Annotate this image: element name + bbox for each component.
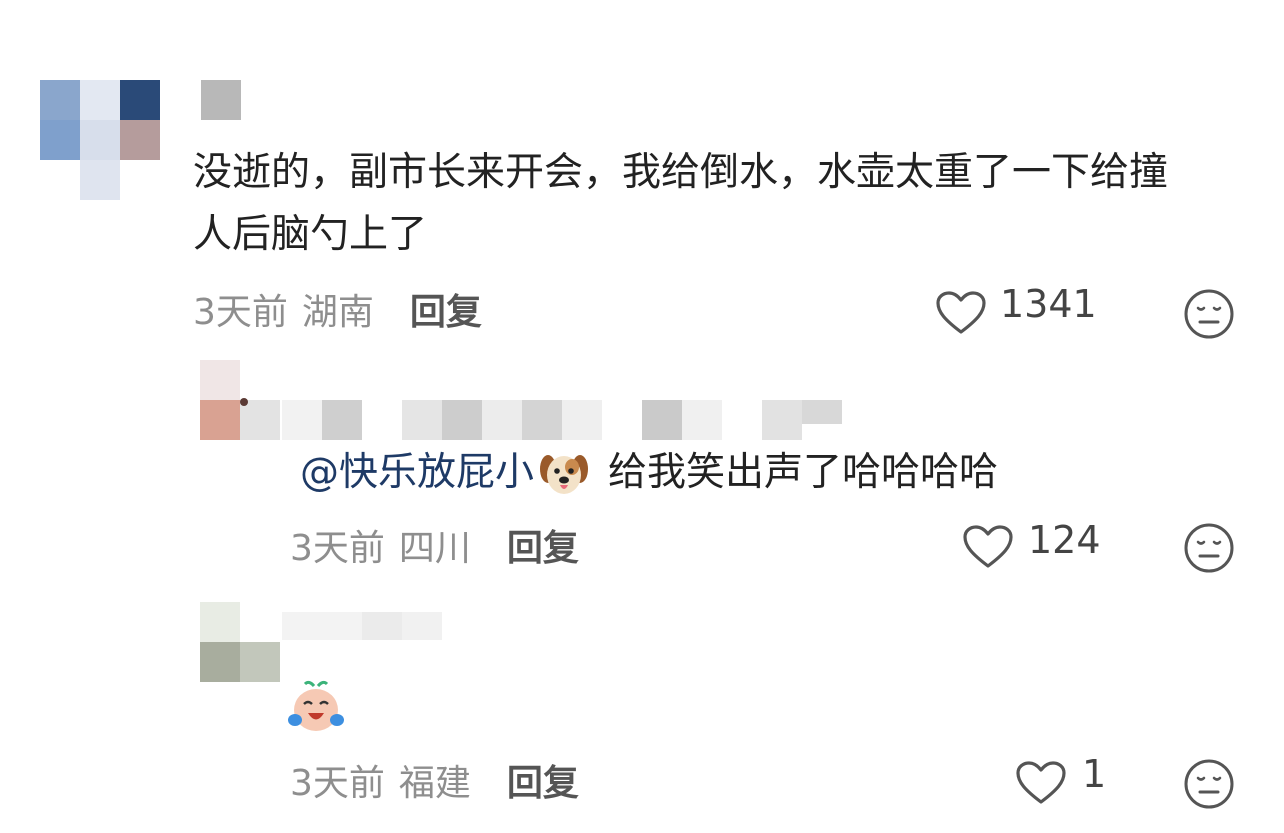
comment-location: 四川: [398, 528, 471, 569]
comment-time: 3天前: [290, 528, 385, 569]
comment-location: 福建: [398, 763, 471, 804]
comment-text: 给我笑出声了哈哈哈哈: [608, 450, 999, 495]
reply-button[interactable]: 回复: [507, 754, 579, 806]
comment-location: 湖南: [301, 292, 374, 333]
comment-time: 3天前: [290, 763, 385, 804]
like-count: 1: [1082, 752, 1107, 796]
avatar[interactable]: [40, 80, 162, 202]
avatar[interactable]: [200, 602, 282, 682]
avatar[interactable]: [200, 360, 282, 442]
like-count: 1341: [1000, 282, 1097, 326]
reply-button[interactable]: 回复: [410, 283, 482, 335]
neutral-face-icon[interactable]: [1183, 522, 1235, 574]
heart-outline-icon[interactable]: [935, 290, 987, 336]
heart-outline-icon[interactable]: [962, 524, 1014, 570]
dog-face-icon: [540, 455, 589, 494]
heart-outline-icon[interactable]: [1015, 760, 1067, 806]
reply-button[interactable]: 回复: [507, 519, 579, 571]
neutral-face-icon[interactable]: [1183, 758, 1235, 810]
username[interactable]: [201, 80, 241, 120]
neutral-face-icon[interactable]: [1183, 288, 1235, 340]
mention-link[interactable]: @快乐放屁小: [300, 442, 534, 504]
username[interactable]: [282, 612, 442, 640]
comment-time: 3天前: [193, 292, 288, 333]
crying-laughing-baby-icon: [288, 680, 344, 731]
username[interactable]: [282, 400, 844, 442]
like-count: 124: [1028, 518, 1101, 562]
comment-text: 没逝的，副市长来开会，我给倒水，水壶太重了一下给撞人后脑勺上了: [193, 150, 1169, 257]
